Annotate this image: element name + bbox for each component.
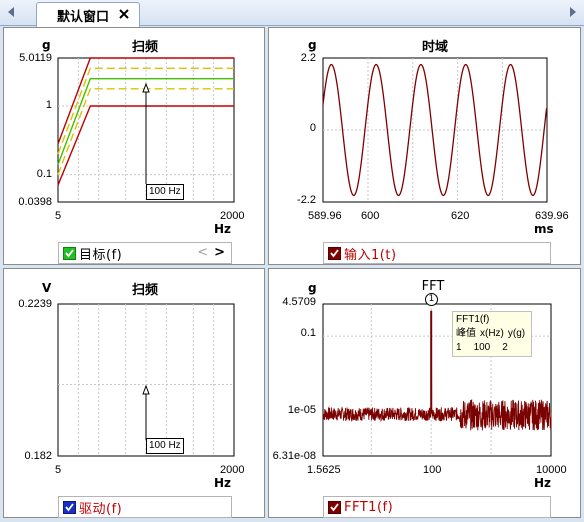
info-row-y: 2 xyxy=(502,342,508,353)
checkbox-checked-icon[interactable] xyxy=(328,500,341,514)
x-tick: 600 xyxy=(361,210,380,222)
y-tick: 2.2 xyxy=(300,52,316,64)
x-tick: 2000 xyxy=(220,210,245,222)
y-tick: 0 xyxy=(309,122,316,134)
scroll-right-icon[interactable] xyxy=(566,4,580,20)
y-tick: 0.1 xyxy=(300,327,316,339)
y-tick: 1e-05 xyxy=(287,404,316,416)
x-unit: Hz xyxy=(214,476,232,490)
y-unit: g xyxy=(308,281,317,295)
legend-label: 输入1(t) xyxy=(344,247,397,263)
y-tick: 0.182 xyxy=(24,450,52,462)
info-data-row: 1 100 2 xyxy=(456,341,528,355)
close-icon[interactable] xyxy=(117,7,131,21)
y-tick: 5.0119 xyxy=(19,52,52,64)
chart-title: 扫频 xyxy=(131,283,158,298)
legend-nav: < > xyxy=(197,245,225,260)
tab-default-window[interactable]: 默认窗口 xyxy=(36,2,140,27)
checkbox-checked-icon[interactable] xyxy=(63,500,76,514)
y-tick: 0.0398 xyxy=(18,196,52,208)
x-tick: 100 xyxy=(423,464,442,476)
x-unit: Hz xyxy=(534,476,552,490)
x-tick: 589.96 xyxy=(308,210,342,222)
info-header-row: 峰值 x(Hz) y(g) xyxy=(456,327,528,341)
info-row-idx: 1 xyxy=(456,342,462,353)
y-tick: 6.31e-08 xyxy=(272,450,316,462)
info-name: FFT1(f) xyxy=(456,314,490,325)
next-arrow-icon[interactable]: > xyxy=(214,245,225,260)
scroll-left-icon[interactable] xyxy=(4,4,18,20)
legend-input1[interactable]: 输入1(t) xyxy=(323,242,551,264)
prev-arrow-icon[interactable]: < xyxy=(197,245,208,260)
tab-strip: 默认窗口 xyxy=(0,0,584,27)
x-tick: 620 xyxy=(451,210,470,222)
legend-label: FFT1(f) xyxy=(344,499,394,515)
cursor-label: 100 Hz xyxy=(146,438,184,454)
x-unit: ms xyxy=(534,222,554,236)
peak-info-box: FFT1(f) 峰值 x(Hz) y(g) 1 100 2 xyxy=(452,311,532,357)
sweep-target-plot[interactable] xyxy=(57,57,235,203)
x-tick: 5 xyxy=(55,210,62,222)
y-tick: 4.5709 xyxy=(282,296,316,308)
legend-fft1[interactable]: FFT1(f) xyxy=(323,496,551,518)
y-tick: 0.2239 xyxy=(18,298,52,310)
chart-title: 扫频 xyxy=(131,40,158,55)
tab-label: 默认窗口 xyxy=(57,9,110,25)
x-tick: 1.5625 xyxy=(307,464,341,476)
legend-label: 驱动(f) xyxy=(79,501,123,517)
info-col-label: 峰值 xyxy=(456,328,476,339)
info-row-x: 100 xyxy=(473,342,491,353)
x-unit: Hz xyxy=(214,222,232,236)
chart-title: 时域 xyxy=(421,40,448,55)
x-tick: 10000 xyxy=(536,464,567,476)
x-tick: 639.96 xyxy=(535,210,569,222)
y-tick: -2.2 xyxy=(297,194,316,206)
checkbox-checked-icon[interactable] xyxy=(328,246,341,260)
legend-target[interactable]: 目标(f) < > xyxy=(58,242,232,264)
time-domain-plot[interactable] xyxy=(322,57,548,203)
sweep-drive-plot[interactable] xyxy=(57,303,235,457)
peak-marker-icon[interactable]: 1 xyxy=(425,293,438,306)
chart-title: FFT xyxy=(421,279,445,294)
info-col-x: x(Hz) xyxy=(480,328,504,339)
cursor-label: 100 Hz xyxy=(146,184,184,200)
y-unit: g xyxy=(308,38,317,52)
peak-marker-label: 1 xyxy=(428,294,435,304)
y-tick: 0.1 xyxy=(36,168,52,180)
y-unit: g xyxy=(42,38,51,52)
legend-drive[interactable]: 驱动(f) xyxy=(58,496,232,518)
x-tick: 5 xyxy=(55,464,62,476)
y-tick: 1 xyxy=(45,99,52,111)
checkbox-checked-icon[interactable] xyxy=(63,246,76,260)
x-tick: 2000 xyxy=(220,464,245,476)
legend-label: 目标(f) xyxy=(79,247,123,263)
info-col-y: y(g) xyxy=(507,328,526,339)
y-unit: V xyxy=(42,281,52,295)
